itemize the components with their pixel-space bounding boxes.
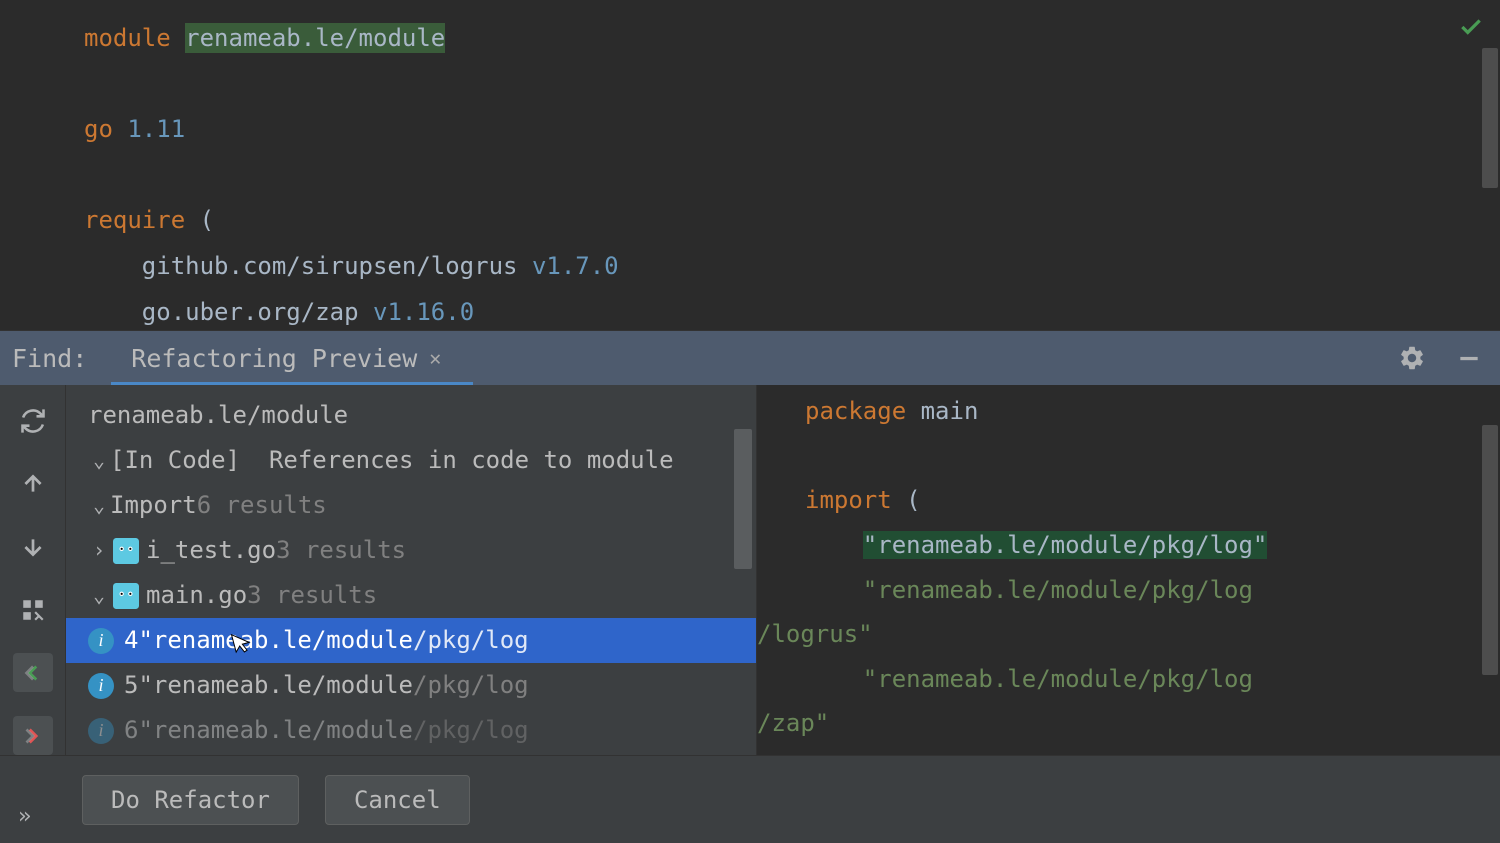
arrow-down-icon[interactable] xyxy=(13,527,53,566)
file-name: i_test.go xyxy=(146,528,276,572)
dependency-lib: go.uber.org/zap xyxy=(142,298,359,326)
keyword-require: require xyxy=(84,206,185,234)
tab-label: Refactoring Preview xyxy=(131,344,417,373)
dependency-version: v1.7.0 xyxy=(532,252,619,280)
dependency-version: v1.16.0 xyxy=(373,298,474,326)
line-number: 5 xyxy=(124,663,138,707)
module-path-highlight: renameab.le/module xyxy=(185,23,445,53)
import-path: "renameab.le/module/pkg/log xyxy=(863,665,1253,693)
keyword-go: go xyxy=(84,115,113,143)
code-line: go 1.11 xyxy=(84,107,1500,153)
code-line: import ( xyxy=(757,478,1500,523)
import-path: "renameab.le/module/pkg/log xyxy=(863,576,1253,604)
tree-section[interactable]: ⌄ [In Code] References in code to module xyxy=(66,438,756,483)
usage-preview-pane: package main import ( "renameab.le/modul… xyxy=(756,385,1500,755)
tree-usage-row[interactable]: i5 "renameab.le/module/pkg/log xyxy=(66,663,756,708)
tree-import-group[interactable]: ⌄ Import 6 results xyxy=(66,483,756,528)
tree-root[interactable]: renameab.le/module xyxy=(66,393,756,438)
minimize-icon[interactable] xyxy=(1456,345,1482,371)
go-version: 1.11 xyxy=(127,115,185,143)
import-path-cont: /zap" xyxy=(757,709,829,737)
code-line: go.uber.org/zap v1.16.0 xyxy=(84,290,1500,336)
find-panel-header: Find: Refactoring Preview ✕ xyxy=(0,330,1500,385)
chevron-down-icon[interactable]: ⌄ xyxy=(88,577,110,614)
code-line: module renameab.le/module xyxy=(84,16,1500,62)
file-count: 3 results xyxy=(247,573,377,617)
close-tab-icon[interactable]: ✕ xyxy=(429,346,441,370)
refresh-icon[interactable] xyxy=(13,401,53,440)
keyword-module: module xyxy=(84,24,171,52)
inspection-ok-icon[interactable] xyxy=(1458,4,1484,57)
code-line: package main xyxy=(757,389,1500,434)
find-panel-body: renameab.le/module ⌄ [In Code] Reference… xyxy=(0,385,1500,755)
file-count: 3 results xyxy=(276,528,406,572)
usage-text: "renameab.le/module xyxy=(138,663,413,707)
code-line: /zap" xyxy=(757,701,1500,746)
info-icon: i xyxy=(88,718,114,744)
code-line: "renameab.le/module/pkg/log" xyxy=(757,523,1500,568)
usage-tail: /pkg/log xyxy=(413,708,529,752)
go-file-icon xyxy=(112,537,140,565)
info-icon: i xyxy=(88,628,114,654)
tree-usage-row[interactable]: i4 "renameab.le/module/pkg/log xyxy=(66,618,756,663)
usage-text: "renameab.le/module xyxy=(138,618,413,662)
more-icon[interactable]: » xyxy=(18,804,31,829)
line-number: 6 xyxy=(124,708,138,752)
import-count: 6 results xyxy=(197,483,327,527)
tab-refactoring-preview[interactable]: Refactoring Preview ✕ xyxy=(123,331,449,385)
import-path-cont: /logrus" xyxy=(757,620,873,648)
tree-scrollbar[interactable] xyxy=(734,429,752,569)
cancel-button[interactable]: Cancel xyxy=(325,775,470,825)
file-name: main.go xyxy=(146,573,247,617)
do-refactor-button[interactable]: Do Refactor xyxy=(82,775,299,825)
find-toolbar xyxy=(0,385,66,755)
chevron-down-icon[interactable]: ⌄ xyxy=(88,487,110,524)
root-path: renameab.le/module xyxy=(88,393,348,437)
keyword-package: package xyxy=(805,397,906,425)
tree-usage-row[interactable]: i6 "renameab.le/module/pkg/log xyxy=(66,708,756,753)
usage-text: "renameab.le/module xyxy=(138,708,413,752)
code-line: require ( xyxy=(84,198,1500,244)
grid-icon[interactable] xyxy=(13,590,53,629)
code-line: /logrus" xyxy=(757,612,1500,657)
editor-scrollbar[interactable] xyxy=(1482,48,1498,188)
editor-pane: module renameab.le/module go 1.11 requir… xyxy=(0,0,1500,330)
button-bar: Do Refactor Cancel xyxy=(0,755,1500,843)
gear-icon[interactable] xyxy=(1398,344,1426,372)
code-line: github.com/sirupsen/logrus v1.7.0 xyxy=(84,244,1500,290)
info-icon: i xyxy=(88,673,114,699)
paren-open: ( xyxy=(185,206,214,234)
arrow-up-icon[interactable] xyxy=(13,464,53,503)
section-label: [In Code] References in code to module xyxy=(110,438,674,482)
keyword-import: import xyxy=(805,486,892,514)
code-line: "renameab.le/module/pkg/log xyxy=(757,568,1500,613)
find-label: Find: xyxy=(12,344,87,373)
tree-file-item[interactable]: ⌄ main.go 3 results xyxy=(66,573,756,618)
next-change-icon[interactable] xyxy=(13,716,53,755)
chevron-down-icon[interactable]: ⌄ xyxy=(88,442,110,479)
usage-tail: /pkg/log xyxy=(413,663,529,707)
dependency-lib: github.com/sirupsen/logrus xyxy=(142,252,518,280)
preview-scrollbar[interactable] xyxy=(1482,425,1498,675)
package-name: main xyxy=(921,397,979,425)
prev-change-icon[interactable] xyxy=(13,653,53,692)
usages-tree[interactable]: renameab.le/module ⌄ [In Code] Reference… xyxy=(66,385,756,755)
usage-tail: /pkg/log xyxy=(413,618,529,662)
go-file-icon xyxy=(112,582,140,610)
chevron-right-icon[interactable]: › xyxy=(88,532,110,569)
import-label: Import xyxy=(110,483,197,527)
line-number: 4 xyxy=(124,618,138,662)
code-line-blank xyxy=(757,434,1500,479)
code-line-blank xyxy=(84,62,1500,108)
import-path-highlighted: "renameab.le/module/pkg/log" xyxy=(863,531,1268,559)
code-line-blank xyxy=(84,153,1500,199)
tree-file-item[interactable]: › i_test.go 3 results xyxy=(66,528,756,573)
paren-open: ( xyxy=(892,486,921,514)
code-line: "renameab.le/module/pkg/log xyxy=(757,657,1500,702)
